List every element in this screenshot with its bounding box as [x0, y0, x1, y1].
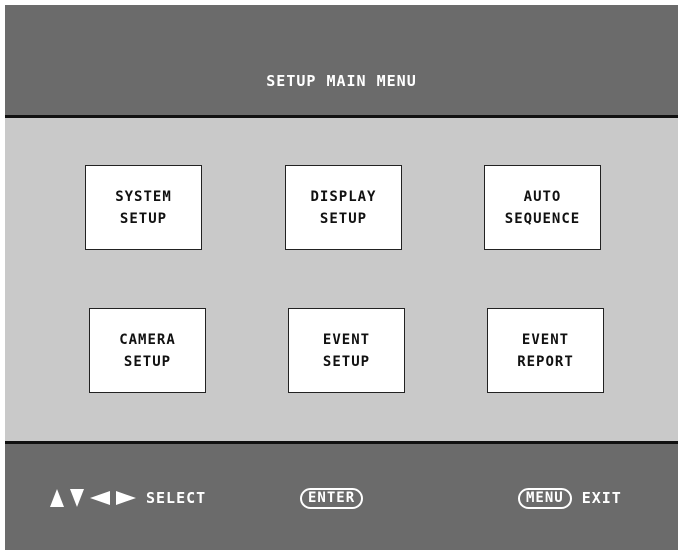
- navigation-arrows: [50, 489, 136, 507]
- enter-hint: ENTER: [300, 487, 373, 509]
- arrow-down-icon: [70, 489, 84, 507]
- arrow-right-icon: [116, 491, 136, 505]
- select-hint: SELECT: [50, 487, 206, 509]
- arrow-left-icon: [90, 491, 110, 505]
- exit-hint: MENU EXIT: [518, 487, 622, 509]
- exit-label: EXIT: [581, 489, 622, 507]
- event-setup-button[interactable]: EVENT SETUP: [288, 308, 405, 393]
- auto-sequence-button[interactable]: AUTO SEQUENCE: [484, 165, 601, 250]
- setup-screen: SETUP MAIN MENU SYSTEM SETUP DISPLAY SET…: [5, 5, 678, 550]
- header-bar: SETUP MAIN MENU: [5, 5, 678, 115]
- page-title: SETUP MAIN MENU: [266, 72, 417, 90]
- display-setup-button[interactable]: DISPLAY SETUP: [285, 165, 402, 250]
- system-setup-button[interactable]: SYSTEM SETUP: [85, 165, 202, 250]
- menu-panel: SYSTEM SETUP DISPLAY SETUP AUTO SEQUENCE…: [5, 115, 678, 444]
- arrow-up-icon: [50, 489, 64, 507]
- camera-setup-button[interactable]: CAMERA SETUP: [89, 308, 206, 393]
- footer-bar: SELECT ENTER MENU EXIT: [5, 444, 678, 550]
- menu-key-icon: MENU: [518, 487, 572, 509]
- event-report-button[interactable]: EVENT REPORT: [487, 308, 604, 393]
- enter-key-icon: ENTER: [300, 487, 364, 509]
- select-label: SELECT: [146, 489, 207, 507]
